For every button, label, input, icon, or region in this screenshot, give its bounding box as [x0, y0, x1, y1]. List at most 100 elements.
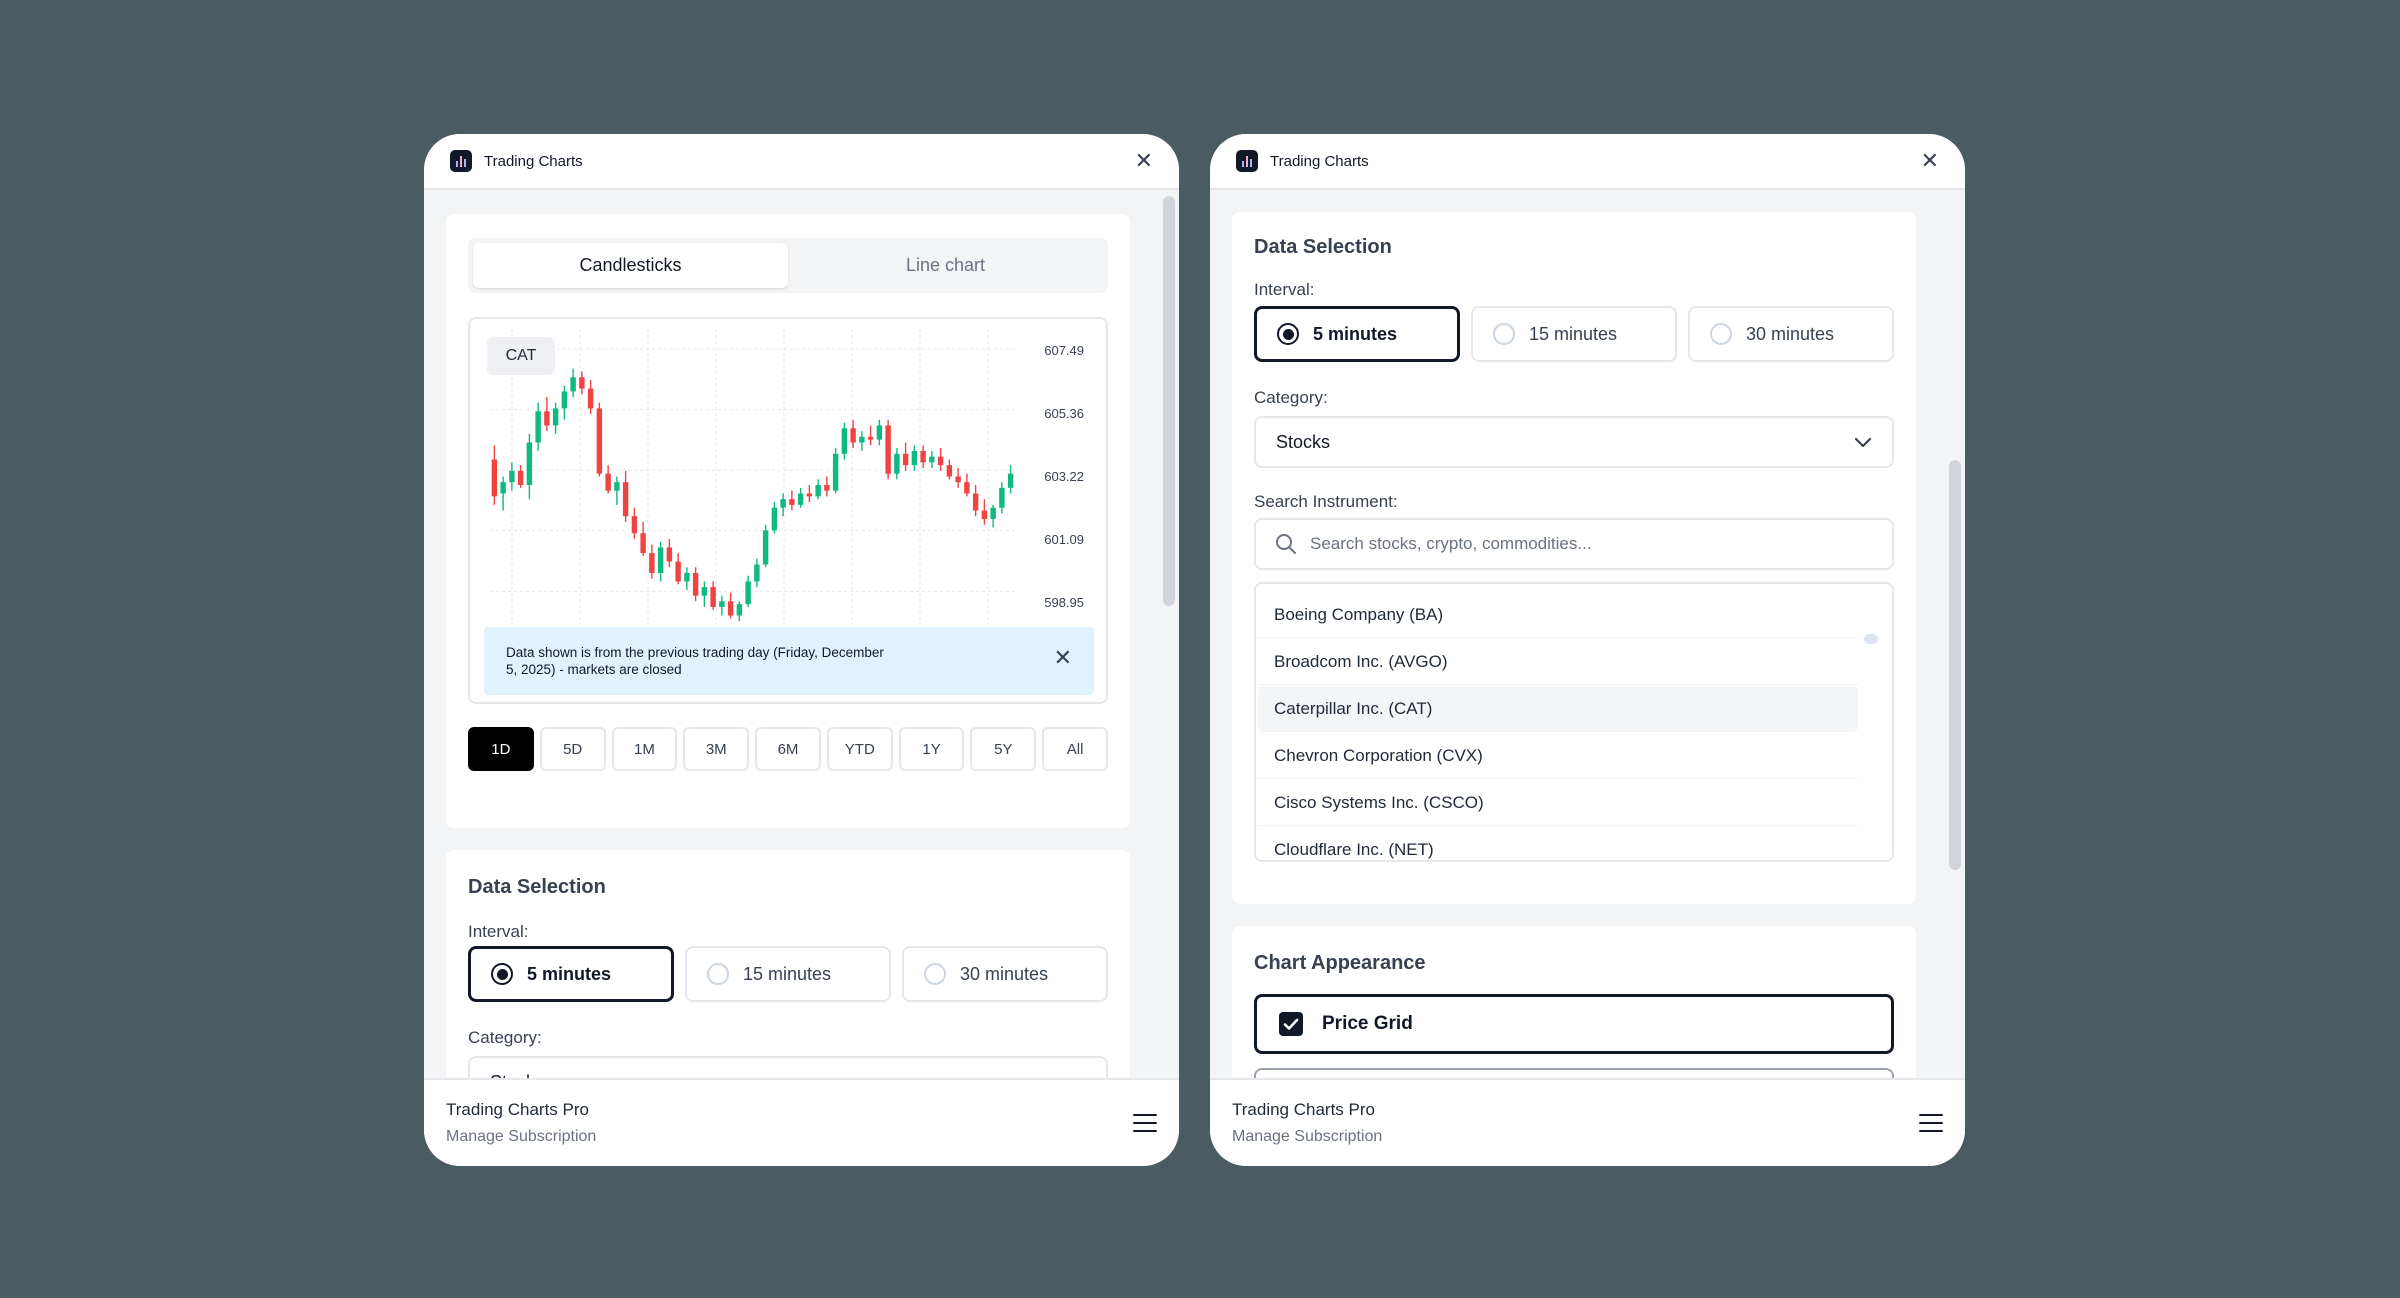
- hamburger-menu-icon[interactable]: [1919, 1114, 1943, 1132]
- candle: [946, 459, 953, 480]
- close-icon[interactable]: ✕: [1054, 647, 1072, 669]
- candle: [544, 397, 550, 432]
- footer-brand: Trading Charts Pro: [1232, 1100, 1375, 1119]
- tab-candlesticks[interactable]: Candlesticks: [473, 243, 788, 288]
- chevron-down-icon: [1854, 437, 1872, 447]
- candle: [754, 558, 760, 588]
- candle-body: [614, 482, 620, 491]
- candle-body: [544, 411, 550, 426]
- candle: [710, 581, 716, 610]
- data-selection-card: Data Selection Interval: 5 minutes 15 mi…: [1232, 212, 1916, 904]
- manage-subscription-link[interactable]: Manage Subscription: [1232, 1128, 1382, 1146]
- candle-body: [754, 564, 760, 582]
- list-item[interactable]: Boeing Company (BA): [1258, 592, 1858, 638]
- candle: [824, 476, 830, 497]
- interval-option-30m[interactable]: 30 minutes: [1688, 306, 1894, 362]
- candle: [526, 433, 533, 500]
- range-button-ytd[interactable]: YTD: [826, 727, 893, 771]
- category-select[interactable]: Stocks: [1254, 416, 1894, 468]
- candle: [587, 380, 594, 415]
- range-button-all[interactable]: All: [1042, 727, 1109, 771]
- candle: [701, 581, 708, 607]
- list-item[interactable]: Cisco Systems Inc. (CSCO): [1258, 780, 1858, 826]
- range-button-5y[interactable]: 5Y: [970, 727, 1037, 771]
- window-titlebar: Trading Charts ✕: [1210, 134, 1965, 190]
- candle-body: [526, 442, 533, 486]
- candle-body: [535, 411, 541, 443]
- candle: [491, 445, 498, 505]
- candle-body: [605, 473, 611, 491]
- candle: [964, 473, 970, 497]
- candle: [999, 482, 1005, 514]
- candle: [745, 575, 751, 607]
- candle: [552, 402, 559, 434]
- close-icon[interactable]: ✕: [1135, 150, 1153, 172]
- candle: [631, 507, 638, 539]
- checkbox-label: Price Grid: [1322, 1013, 1413, 1034]
- candle: [797, 487, 804, 508]
- interval-option-label: 15 minutes: [1529, 323, 1618, 344]
- instrument-list[interactable]: Boeing Company (BA) Broadcom Inc. (AVGO)…: [1254, 582, 1894, 862]
- candle: [902, 442, 909, 471]
- candle-body: [745, 581, 751, 605]
- list-scrollbar-thumb[interactable]: [1864, 634, 1878, 644]
- hamburger-menu-icon[interactable]: [1133, 1114, 1157, 1132]
- candle-body: [920, 450, 926, 463]
- range-button-5d[interactable]: 5D: [539, 727, 606, 771]
- next-option-row[interactable]: [1254, 1068, 1894, 1078]
- candlestick-chart[interactable]: CAT 607.49 605.36 603.22 601.09 598.95 D…: [468, 317, 1108, 704]
- instrument-search[interactable]: [1254, 518, 1894, 570]
- range-button-6m[interactable]: 6M: [755, 727, 821, 771]
- manage-subscription-link[interactable]: Manage Subscription: [446, 1128, 596, 1146]
- radio-selected-icon: [1277, 323, 1299, 345]
- candle: [684, 567, 690, 590]
- radio-empty-icon: [707, 963, 729, 985]
- candle: [806, 485, 813, 503]
- candle-body: [937, 456, 944, 466]
- interval-option-30m[interactable]: 30 minutes: [902, 946, 1108, 1002]
- range-button-3m[interactable]: 3M: [683, 727, 750, 771]
- interval-option-label: 15 minutes: [743, 963, 832, 984]
- candle-body: [509, 470, 515, 483]
- close-icon[interactable]: ✕: [1921, 150, 1939, 172]
- candle: [605, 465, 611, 494]
- section-title: Data Selection: [1254, 236, 1392, 258]
- interval-option-5m[interactable]: 5 minutes: [468, 946, 674, 1002]
- candle-body: [491, 459, 498, 497]
- tab-line-chart[interactable]: Line chart: [788, 243, 1103, 288]
- range-button-1y[interactable]: 1Y: [898, 727, 965, 771]
- candle-body: [999, 487, 1005, 508]
- list-item[interactable]: Broadcom Inc. (AVGO): [1258, 639, 1858, 685]
- candle: [719, 595, 725, 616]
- candle-body: [850, 428, 856, 443]
- scrollbar-thumb[interactable]: [1949, 460, 1961, 870]
- search-input[interactable]: [1310, 534, 1810, 554]
- interval-option-15m[interactable]: 15 minutes: [685, 946, 891, 1002]
- range-button-1d[interactable]: 1D: [468, 727, 534, 771]
- price-axis-label: 607.49: [1044, 343, 1084, 358]
- scroll-content[interactable]: Candlesticks Line chart CAT 607.49 605.3…: [424, 190, 1179, 1078]
- list-item[interactable]: Chevron Corporation (CVX): [1258, 733, 1858, 779]
- interval-option-15m[interactable]: 15 minutes: [1471, 306, 1677, 362]
- candle-body: [885, 425, 891, 474]
- list-item[interactable]: Cloudflare Inc. (NET): [1258, 827, 1858, 860]
- candle: [867, 425, 874, 446]
- price-grid-checkbox[interactable]: Price Grid: [1254, 994, 1894, 1054]
- candle: [981, 499, 988, 525]
- candle: [780, 493, 786, 517]
- list-item[interactable]: Caterpillar Inc. (CAT): [1258, 686, 1858, 732]
- candle-body: [797, 493, 804, 505]
- interval-option-label: 30 minutes: [1746, 323, 1835, 344]
- window-title: Trading Charts: [484, 152, 583, 170]
- interval-option-5m[interactable]: 5 minutes: [1254, 306, 1460, 362]
- scroll-content[interactable]: Data Selection Interval: 5 minutes 15 mi…: [1210, 190, 1965, 1078]
- range-button-1m[interactable]: 1M: [611, 727, 678, 771]
- scrollbar-thumb[interactable]: [1163, 196, 1175, 606]
- category-value: Stocks: [1276, 431, 1331, 452]
- search-label: Search Instrument:: [1254, 492, 1398, 511]
- candle-body: [981, 510, 988, 520]
- interval-radio-group: 5 minutes 15 minutes 30 minutes: [1254, 306, 1894, 362]
- category-select[interactable]: Stocks: [468, 1056, 1108, 1078]
- chart-grid: [490, 329, 1015, 624]
- candle-body: [762, 530, 769, 565]
